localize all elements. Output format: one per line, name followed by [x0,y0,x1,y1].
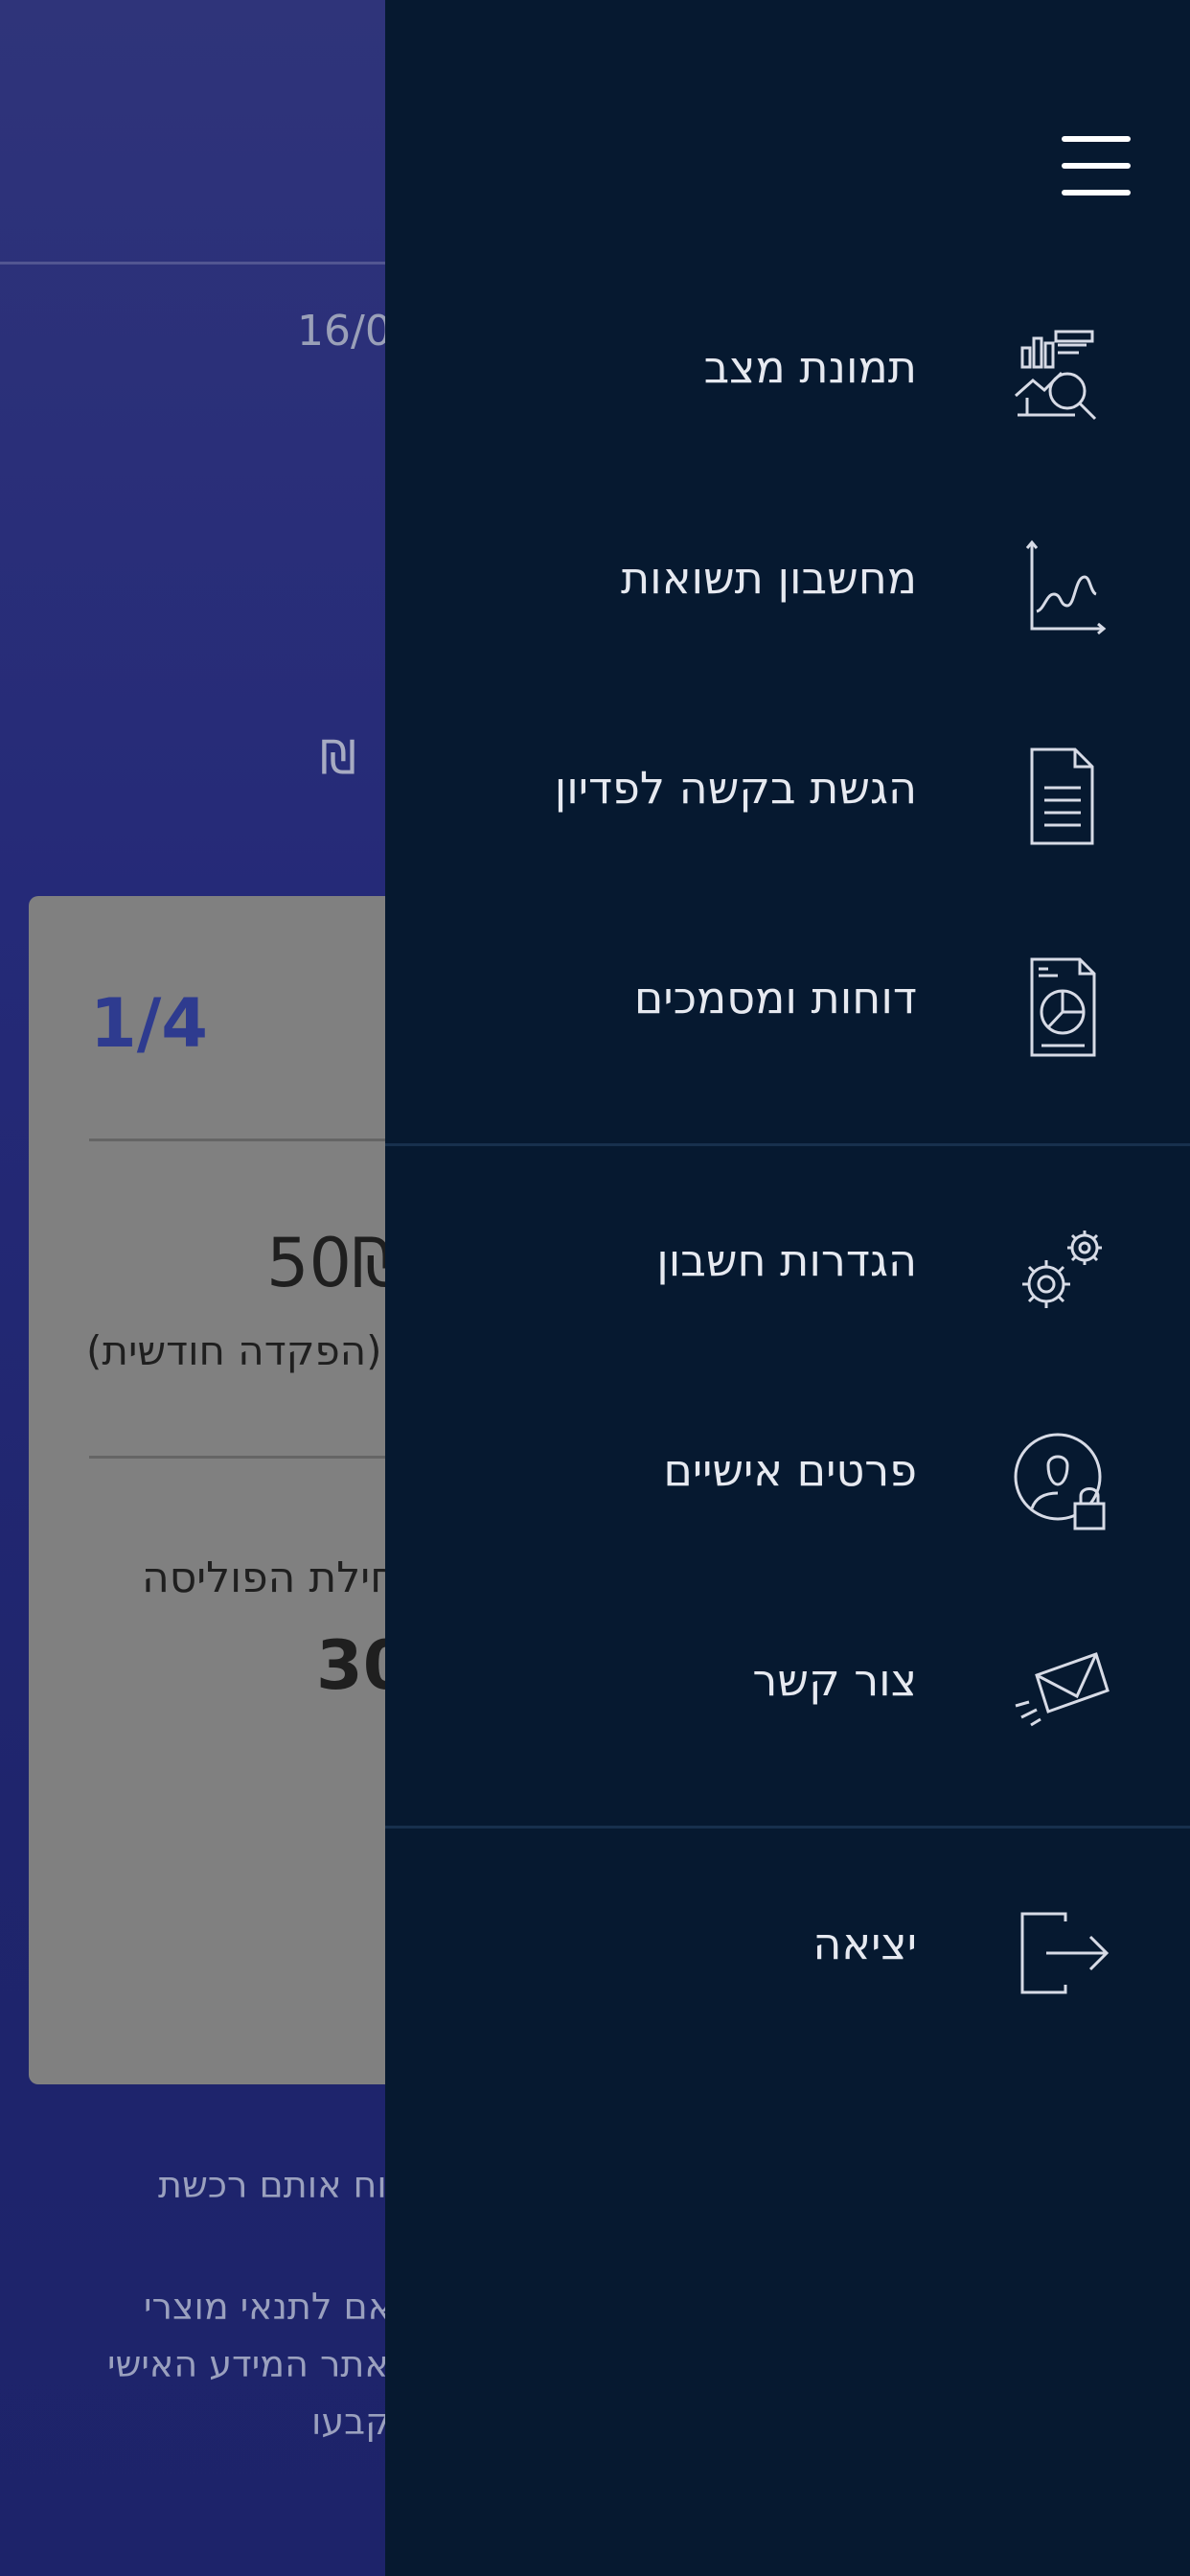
contact-envelope-icon [1015,1652,1110,1727]
menu-item-redemption-request[interactable]: הגשת בקשה לפדיון [423,725,1152,869]
deposit-caption: ה (הפקדה חודשית) [86,1327,422,1374]
side-drawer: תמונת מצב מחשבון תשואות הגשת בקשה לפדיון… [385,0,1190,2576]
menu-item-reports[interactable]: דוחות ומסמכים [423,935,1152,1079]
menu-item-personal-details[interactable]: פרטים אישיים [423,1408,1152,1552]
menu-item-label: פרטים אישיים [663,1444,917,1496]
reports-pie-icon [1030,957,1096,1057]
footer-line: באתר המידע האישי [107,2343,410,2385]
hamburger-menu-icon[interactable] [1062,136,1131,205]
menu-item-account-settings[interactable]: הגדרות חשבון [423,1198,1152,1342]
menu-item-label: הגדרות חשבון [656,1234,917,1286]
menu-item-logout[interactable]: יציאה [423,1881,1152,2025]
menu-item-label: דוחות ומסמכים [633,972,917,1024]
footer-line: טוח אותם רכשת [158,2164,411,2206]
menu-item-status[interactable]: תמונת מצב [423,305,1152,448]
menu-item-label: יציאה [812,1918,917,1969]
footer-line: תאם לתנאי מוצרי [144,2286,417,2328]
menu-item-label: תמונת מצב [703,341,917,393]
menu-item-label: הגשת בקשה לפדיון [554,762,917,814]
currency-label: ₪ [320,731,356,785]
menu-item-label: מחשבון תשואות [620,552,917,604]
document-request-icon [1030,748,1094,845]
menu-item-label: צור קשר [752,1654,917,1706]
status-report-icon [1015,330,1097,421]
page-indicator: 1/4 [90,984,208,1063]
menu-separator [385,1826,1190,1828]
deposit-amount: 50₪ [266,1224,404,1302]
menu-separator [385,1143,1190,1146]
returns-chart-icon [1025,540,1107,635]
settings-gears-icon [1022,1230,1102,1308]
menu-item-returns-calculator[interactable]: מחשבון תשואות [423,516,1152,659]
policy-start-caption: תחילת הפוליסה [142,1553,425,1602]
personal-lock-icon [1014,1433,1106,1530]
menu-item-contact[interactable]: צור קשר [423,1618,1152,1761]
logout-icon [1020,1912,1110,1994]
